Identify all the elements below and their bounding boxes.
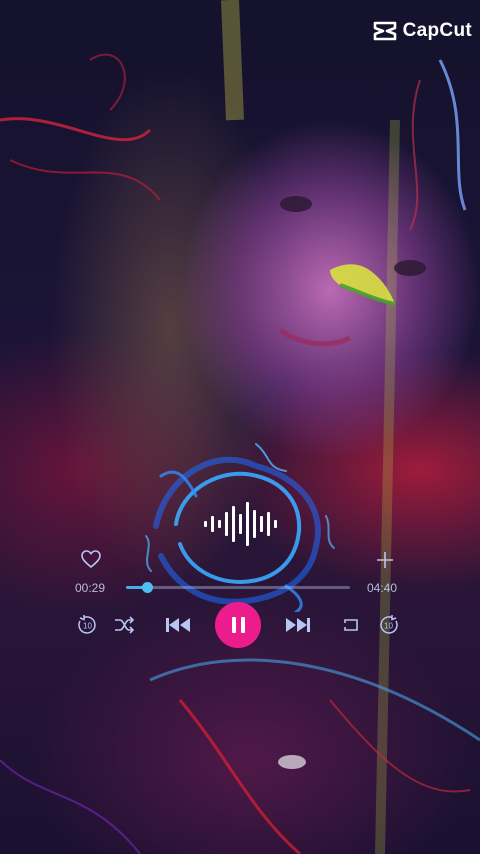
forward-10-icon: 10 bbox=[380, 615, 398, 634]
video-frame: CapCut 00:29 04:40 10 10 bbox=[0, 0, 480, 854]
forward-10-button[interactable]: 10 bbox=[377, 613, 401, 637]
capcut-logo-icon bbox=[373, 21, 396, 41]
next-button[interactable] bbox=[284, 613, 312, 637]
svg-text:10: 10 bbox=[384, 622, 393, 631]
shuffle-button[interactable] bbox=[112, 613, 136, 637]
pause-icon bbox=[231, 617, 236, 633]
heart-icon[interactable] bbox=[80, 549, 102, 569]
svg-text:10: 10 bbox=[83, 622, 92, 631]
repeat-button[interactable] bbox=[340, 613, 362, 637]
replay-10-button[interactable]: 10 bbox=[75, 613, 99, 637]
brand-name: CapCut bbox=[402, 20, 472, 41]
progress-slider[interactable] bbox=[126, 582, 350, 593]
repeat-icon bbox=[344, 619, 358, 631]
current-time: 00:29 bbox=[75, 581, 106, 595]
pause-button[interactable] bbox=[215, 602, 261, 648]
light-streaks-background bbox=[0, 0, 480, 854]
progress-thumb[interactable] bbox=[142, 582, 153, 593]
replay-10-icon: 10 bbox=[78, 615, 96, 634]
plus-icon[interactable] bbox=[374, 549, 396, 571]
shuffle-icon bbox=[115, 616, 135, 634]
capcut-watermark: CapCut bbox=[373, 20, 472, 42]
previous-button[interactable] bbox=[164, 613, 192, 637]
total-time: 04:40 bbox=[367, 581, 398, 595]
skip-next-icon bbox=[286, 618, 310, 632]
skip-previous-icon bbox=[166, 618, 190, 632]
